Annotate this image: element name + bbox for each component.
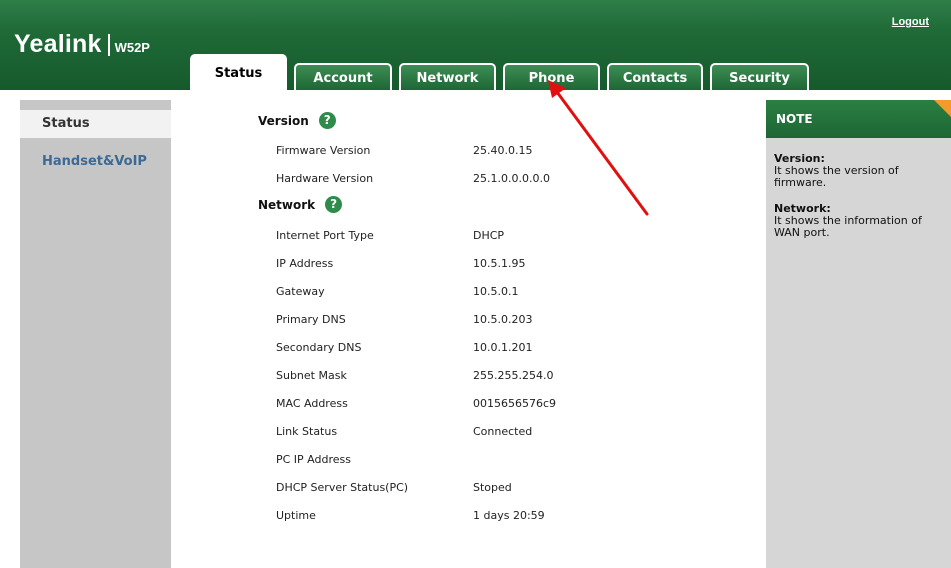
note-body: Version: It shows the version of firmwar… [774, 153, 944, 239]
tab-status[interactable]: Status [190, 54, 287, 90]
uptime-label: Uptime [276, 509, 316, 522]
logout-link[interactable]: Logout [892, 16, 929, 28]
note-network-text: It shows the information of WAN port. [774, 214, 922, 239]
note-title: NOTE [766, 100, 951, 138]
mac-address-label: MAC Address [276, 397, 348, 410]
tab-security[interactable]: Security [710, 63, 809, 90]
pc-ip-address-label: PC IP Address [276, 453, 351, 466]
brand-logo: Yealink W52P [14, 30, 150, 59]
tab-contacts[interactable]: Contacts [607, 63, 703, 90]
firmware-version-value: 25.40.0.15 [473, 144, 533, 157]
note-version-text: It shows the version of firmware. [774, 164, 899, 189]
sidebar: Status Handset&VoIP [20, 100, 171, 568]
secondary-dns-label: Secondary DNS [276, 341, 362, 354]
firmware-version-label: Firmware Version [276, 144, 371, 157]
sidebar-item-status[interactable]: Status [20, 110, 171, 138]
primary-dns-label: Primary DNS [276, 313, 346, 326]
internet-port-type-value: DHCP [473, 229, 505, 242]
secondary-dns-value: 10.0.1.201 [473, 341, 533, 354]
brand-name: Yealink [14, 30, 102, 58]
brand-separator [107, 33, 110, 56]
network-section-title: Network ? [258, 196, 343, 213]
tab-account[interactable]: Account [294, 63, 392, 90]
note-corner-icon [934, 100, 951, 117]
gateway-label: Gateway [276, 285, 325, 298]
uptime-value: 1 days 20:59 [473, 509, 545, 522]
dhcp-server-status-label: DHCP Server Status(PC) [276, 481, 409, 494]
internet-port-type-label: Internet Port Type [276, 229, 374, 242]
subnet-mask-value: 255.255.254.0 [473, 369, 554, 382]
help-icon[interactable]: ? [325, 196, 343, 213]
mac-address-value: 0015656576c9 [473, 397, 557, 410]
version-title-text: Version [258, 113, 309, 128]
version-section-title: Version ? [258, 112, 336, 129]
top-header: Yealink W52P Logout Status Account Netwo… [0, 0, 951, 90]
help-icon[interactable]: ? [318, 112, 336, 129]
ip-address-label: IP Address [276, 257, 334, 270]
primary-dns-value: 10.5.0.203 [473, 313, 533, 326]
hardware-version-value: 25.1.0.0.0.0.0 [473, 172, 550, 185]
tab-network[interactable]: Network [399, 63, 496, 90]
subnet-mask-label: Subnet Mask [276, 369, 347, 382]
sidebar-item-handset-voip[interactable]: Handset&VoIP [20, 148, 171, 176]
dhcp-server-status-value: Stoped [473, 481, 512, 494]
network-title-text: Network [258, 197, 316, 212]
brand-model: W52P [114, 40, 150, 55]
status-content: Version ? Firmware Version 25.40.0.15 Ha… [178, 100, 758, 568]
gateway-value: 10.5.0.1 [473, 285, 519, 298]
link-status-label: Link Status [276, 425, 338, 438]
ip-address-value: 10.5.1.95 [473, 257, 526, 270]
tab-phone[interactable]: Phone [503, 63, 600, 90]
link-status-value: Connected [473, 425, 533, 438]
hardware-version-label: Hardware Version [276, 172, 374, 185]
note-panel: NOTE Version: It shows the version of fi… [766, 100, 951, 568]
